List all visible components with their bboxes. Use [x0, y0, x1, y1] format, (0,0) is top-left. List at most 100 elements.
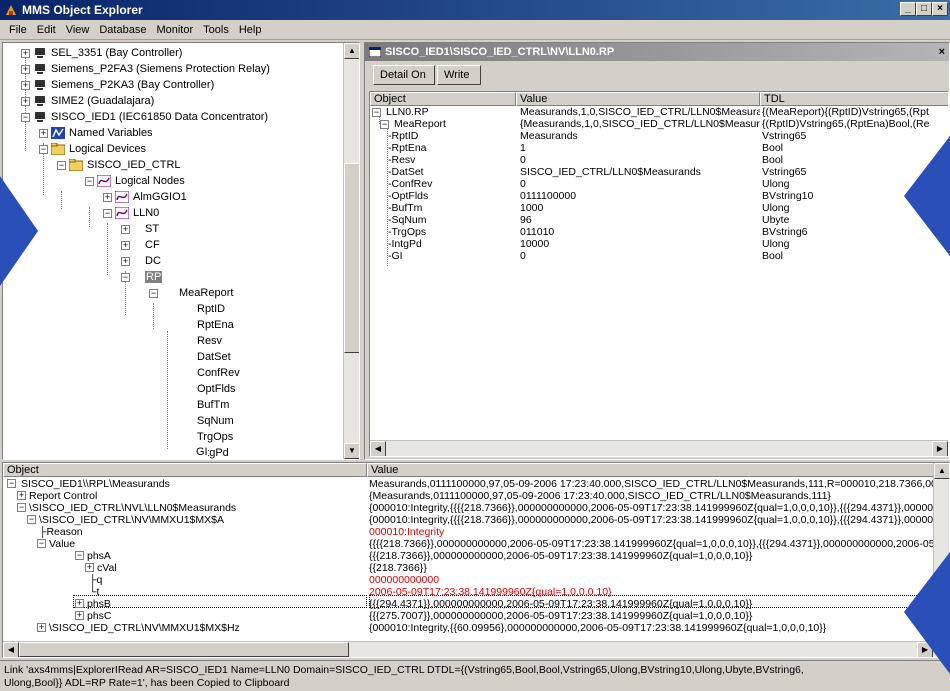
- device-icon: [35, 112, 45, 123]
- tree-item-rptid[interactable]: RptID: [197, 301, 225, 317]
- tree-item-datset[interactable]: DatSet: [197, 349, 231, 365]
- col-tdl[interactable]: TDL: [760, 92, 948, 106]
- detail-row-obj[interactable]: -DatSet: [388, 166, 516, 178]
- detail-row-obj[interactable]: -RptID: [388, 130, 516, 142]
- menu-monitor[interactable]: Monitor: [156, 24, 193, 36]
- scroll-left-icon[interactable]: ◀: [3, 642, 19, 657]
- close-button[interactable]: ×: [932, 2, 948, 16]
- tree-item-sisco-ied-ctrl[interactable]: SISCO_IED_CTRL: [87, 159, 181, 171]
- detail-row-value: 96: [520, 214, 532, 226]
- reports-hscrollbar[interactable]: ◀ ▶: [3, 641, 949, 657]
- col-value[interactable]: Value: [516, 92, 760, 106]
- write-button[interactable]: Write: [437, 65, 481, 85]
- tree-item-sime2[interactable]: SIME2 (Guadalajara): [51, 95, 154, 107]
- report-row-obj[interactable]: + Report Control: [17, 490, 367, 502]
- detail-row-obj[interactable]: -BufTm: [388, 202, 516, 214]
- tree-item-resv[interactable]: Resv: [197, 333, 222, 349]
- object-tree[interactable]: + SEL_3351 (Bay Controller) + Siemens_P2FA…: [2, 42, 360, 460]
- report-row-obj[interactable]: − SISCO_IED1\\RPL\Measurands: [7, 478, 367, 490]
- detail-row-obj[interactable]: -IntgPd: [388, 238, 516, 250]
- tree-item-logical-nodes[interactable]: Logical Nodes: [115, 175, 185, 187]
- collapse-icon[interactable]: −: [39, 145, 48, 154]
- tree-item-logical-devices[interactable]: Logical Devices: [69, 143, 146, 155]
- expand-icon[interactable]: +: [121, 225, 130, 234]
- menu-bar: File Edit View Database Monitor Tools Help: [0, 20, 950, 40]
- col-object[interactable]: Object: [3, 463, 367, 477]
- expand-icon[interactable]: +: [121, 241, 130, 250]
- tree-item-confrev[interactable]: ConfRev: [197, 365, 240, 381]
- collapse-icon[interactable]: −: [121, 273, 130, 282]
- report-row-obj[interactable]: ├Reason: [39, 526, 367, 538]
- expand-icon[interactable]: +: [103, 193, 112, 202]
- menu-edit[interactable]: Edit: [37, 24, 56, 36]
- expand-icon[interactable]: +: [21, 97, 30, 106]
- detail-row-obj[interactable]: -Resv: [388, 154, 516, 166]
- tree-item-sel-3351[interactable]: SEL_3351 (Bay Controller): [51, 47, 182, 59]
- report-row-obj[interactable]: + cVal: [85, 562, 367, 574]
- detail-on-button[interactable]: Detail On: [373, 65, 435, 85]
- scroll-right-icon[interactable]: ▶: [932, 441, 948, 456]
- tree-item-gi[interactable]: GI: [196, 444, 208, 460]
- tree-item-sisco-ied1[interactable]: SISCO_IED1 (IEC61850 Data Concentrator): [51, 111, 268, 123]
- report-row-obj[interactable]: − \SISCO_IED_CTRL\NVL\LLN0$Measurands: [17, 502, 367, 514]
- detail-row-obj[interactable]: -TrgOps: [388, 226, 516, 238]
- close-icon[interactable]: ×: [939, 43, 945, 61]
- collapse-icon[interactable]: −: [21, 113, 30, 122]
- expand-icon[interactable]: +: [121, 257, 130, 266]
- tree-item-trgops[interactable]: TrgOps: [197, 429, 233, 445]
- tree-item-siemens-p2ka3[interactable]: Siemens_P2KA3 (Bay Controller): [51, 79, 214, 91]
- menu-database[interactable]: Database: [99, 24, 146, 36]
- detail-row-value: 1000: [520, 202, 544, 214]
- report-row-obj[interactable]: − \SISCO_IED_CTRL\NV\MMXU1$MX$A: [27, 514, 367, 526]
- menu-help[interactable]: Help: [239, 24, 262, 36]
- tree-item-siemens-p2fa3[interactable]: Siemens_P2FA3 (Siemens Protection Relay): [51, 63, 270, 75]
- tree-scrollbar[interactable]: ▲ ▼: [343, 43, 359, 459]
- report-row-obj[interactable]: + phsC: [75, 610, 367, 622]
- menu-file[interactable]: File: [9, 24, 27, 36]
- report-row-obj[interactable]: + phsB: [75, 598, 367, 610]
- expand-icon[interactable]: +: [39, 129, 48, 138]
- tree-item-lln0[interactable]: LLN0: [133, 207, 159, 219]
- scroll-down-icon[interactable]: ▼: [344, 443, 359, 459]
- expand-icon[interactable]: +: [21, 49, 30, 58]
- report-row-obj[interactable]: ├q: [89, 574, 367, 586]
- scroll-up-icon[interactable]: ▲: [934, 463, 949, 479]
- tree-item-named-variables[interactable]: Named Variables: [69, 127, 153, 139]
- collapse-icon[interactable]: −: [85, 177, 94, 186]
- scroll-left-icon[interactable]: ◀: [370, 441, 386, 456]
- tree-item-optflds[interactable]: OptFlds: [197, 381, 236, 397]
- report-row-obj[interactable]: └t: [89, 586, 367, 598]
- detail-hscrollbar[interactable]: ◀ ▶: [370, 440, 948, 456]
- variable-icon: [51, 127, 65, 140]
- tree-item-sqnum[interactable]: SqNum: [197, 413, 234, 429]
- detail-row-obj[interactable]: -RptEna: [388, 142, 516, 154]
- detail-row-obj[interactable]: -ConfRev: [388, 178, 516, 190]
- detail-row-obj[interactable]: -GI: [388, 250, 516, 262]
- collapse-icon[interactable]: −: [149, 289, 158, 298]
- scroll-up-icon[interactable]: ▲: [344, 43, 359, 59]
- expand-icon[interactable]: +: [21, 65, 30, 74]
- col-value[interactable]: Value: [367, 463, 935, 477]
- collapse-icon[interactable]: −: [372, 108, 381, 117]
- report-row-obj[interactable]: − Value: [37, 538, 367, 550]
- scroll-thumb[interactable]: [19, 642, 349, 657]
- maximize-button[interactable]: □: [916, 2, 932, 16]
- collapse-icon[interactable]: −: [57, 161, 66, 170]
- tree-item-rptena[interactable]: RptEna: [197, 317, 234, 333]
- collapse-icon[interactable]: −: [103, 209, 112, 218]
- minimize-button[interactable]: _: [900, 2, 916, 16]
- detail-row-obj[interactable]: -SqNum: [388, 214, 516, 226]
- tree-item-almggio1[interactable]: AlmGGIO1: [133, 191, 187, 203]
- tree-item-buftm[interactable]: BufTm: [197, 397, 229, 413]
- detail-row-obj[interactable]: -OptFlds: [388, 190, 516, 202]
- report-row-obj[interactable]: + \SISCO_IED_CTRL\NV\MMXU1$MX$Hz: [37, 622, 367, 634]
- collapse-icon[interactable]: −: [380, 120, 389, 129]
- menu-tools[interactable]: Tools: [203, 24, 229, 36]
- report-row-obj[interactable]: − phsA: [75, 550, 367, 562]
- menu-view[interactable]: View: [66, 24, 90, 36]
- tree-item-meareport[interactable]: MeaReport: [145, 287, 233, 299]
- col-object[interactable]: Object: [370, 92, 516, 106]
- scroll-thumb[interactable]: [344, 163, 359, 353]
- tree-item-rp[interactable]: RP: [145, 271, 163, 283]
- expand-icon[interactable]: +: [21, 81, 30, 90]
